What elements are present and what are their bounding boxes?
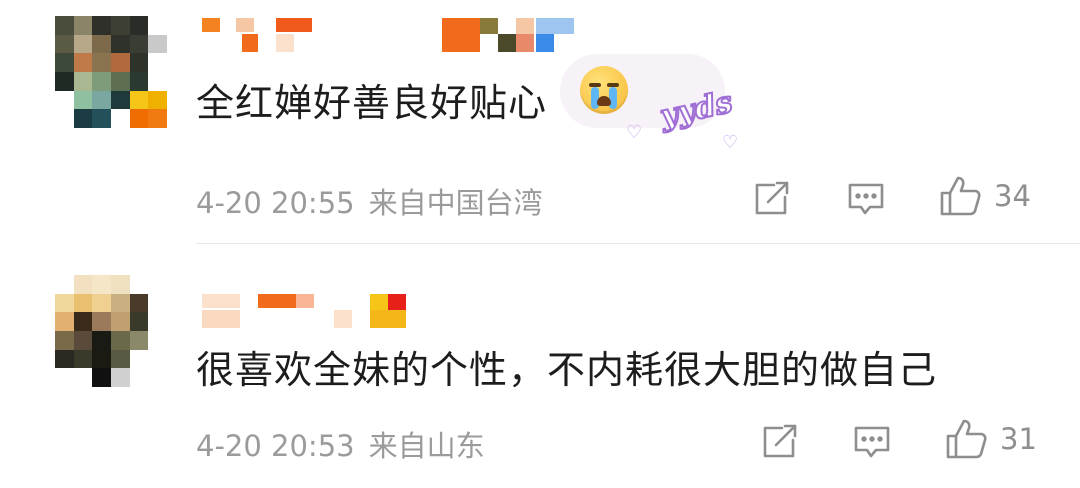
like-count: 31 <box>1000 422 1037 456</box>
comment-location: 来自山东 <box>368 429 485 463</box>
like-button[interactable]: 34 <box>938 174 1031 218</box>
comment-icon <box>848 183 884 215</box>
comment-time: 4-20 20:55 <box>196 186 355 220</box>
share-button[interactable] <box>760 423 800 461</box>
heart-icon: ♡ <box>722 132 739 153</box>
avatar[interactable] <box>55 16 167 128</box>
reply-button[interactable] <box>852 423 892 461</box>
username[interactable] <box>198 292 618 332</box>
comment-icon <box>854 426 890 458</box>
comment-text: 全红婵好善良好贴心 <box>196 81 548 125</box>
comment-item: 全红婵好善良好贴心 yyds ♡ ♡ 4-20 20:55 来自中国台湾 34 <box>0 0 1080 245</box>
comment-location: 来自中国台湾 <box>368 186 543 220</box>
share-icon <box>755 181 789 215</box>
reply-button[interactable] <box>846 180 886 218</box>
divider <box>196 243 1080 244</box>
username[interactable] <box>198 16 618 56</box>
heart-icon: ♡ <box>626 122 643 143</box>
comment-text: 很喜欢全妹的个性，不内耗很大胆的做自己 <box>196 348 938 392</box>
comment-meta: 4-20 20:53 来自山东 <box>196 423 485 465</box>
like-count: 34 <box>994 179 1031 213</box>
like-button[interactable]: 31 <box>944 417 1037 461</box>
comment-item: 很喜欢全妹的个性，不内耗很大胆的做自己 4-20 20:53 来自山东 31 <box>0 245 1080 488</box>
comment-time: 4-20 20:53 <box>196 429 355 463</box>
thumbs-up-icon <box>940 176 981 216</box>
comment-meta: 4-20 20:55 来自中国台湾 <box>196 180 543 222</box>
crying-face-icon <box>580 66 628 114</box>
avatar[interactable] <box>55 275 167 387</box>
share-icon <box>763 424 797 458</box>
share-button[interactable] <box>752 180 792 218</box>
thumbs-up-icon <box>946 419 987 459</box>
